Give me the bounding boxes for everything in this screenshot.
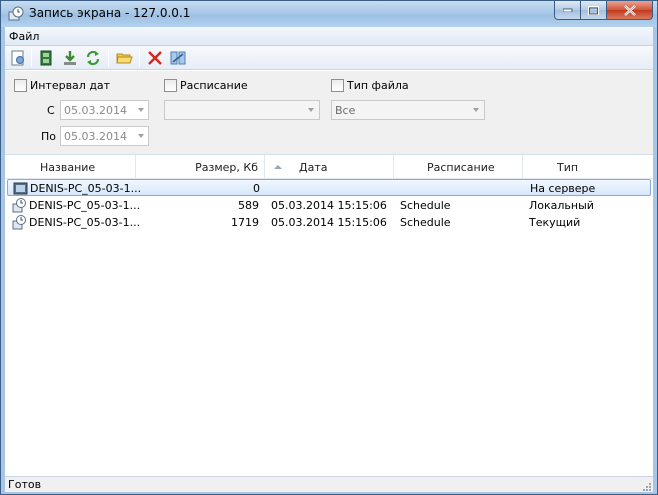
download-icon[interactable] (61, 49, 79, 67)
from-date-label: С (47, 104, 55, 117)
clock-file-icon (12, 215, 27, 230)
row-type: На сервере (530, 182, 596, 195)
row-date: 05.03.2014 15:15:06 (271, 199, 387, 212)
date-interval-checkbox[interactable] (14, 79, 27, 92)
chevron-down-icon (138, 134, 144, 138)
schedule-label: Расписание (180, 79, 248, 92)
row-date: 05.03.2014 15:15:06 (271, 216, 387, 229)
to-date-picker[interactable]: 05.03.2014 (60, 126, 149, 146)
from-date-value: 05.03.2014 (64, 104, 127, 117)
app-clock-icon (8, 6, 24, 22)
client-area: Файл Интервал дат Расписание Тип файла С… (5, 27, 653, 492)
film-file-icon (13, 181, 28, 196)
chevron-down-icon (473, 108, 479, 112)
to-date-value: 05.03.2014 (64, 130, 127, 143)
clock-file-icon (12, 198, 27, 213)
table-header: Название Размер, Кб Дата Расписание Тип (5, 155, 653, 179)
menu-file[interactable]: Файл (9, 30, 39, 43)
file-type-select[interactable]: Все (331, 100, 485, 120)
close-button[interactable] (607, 1, 653, 20)
menu-bar: Файл (5, 27, 653, 46)
row-size: 589 (238, 199, 259, 212)
status-text: Готов (8, 478, 42, 491)
row-name: DENIS-PC_05-03-1... (30, 182, 142, 195)
toolbar (5, 46, 653, 70)
file-type-checkbox[interactable] (331, 79, 344, 92)
minimize-button[interactable] (554, 1, 581, 20)
table-row[interactable]: DENIS-PC_05-03-1... 0 На сервере (7, 179, 651, 196)
schedule-checkbox[interactable] (164, 79, 177, 92)
column-size[interactable]: Размер, Кб (136, 155, 265, 179)
row-schedule: Schedule (400, 199, 451, 212)
to-date-label: По (41, 130, 57, 143)
chevron-down-icon (308, 108, 314, 112)
column-type[interactable]: Тип (523, 155, 653, 179)
resize-grip-icon[interactable] (641, 481, 651, 491)
maximize-button[interactable] (581, 1, 607, 20)
file-type-label: Тип файла (347, 79, 409, 92)
date-interval-label: Интервал дат (30, 79, 111, 92)
compare-icon[interactable] (169, 49, 187, 67)
file-list: Название Размер, Кб Дата Расписание Тип … (5, 154, 653, 476)
window-title: Запись экрана - 127.0.0.1 (29, 6, 191, 20)
open-folder-icon[interactable] (115, 49, 133, 67)
row-schedule: Schedule (400, 216, 451, 229)
filter-panel: Интервал дат Расписание Тип файла С 05.0… (5, 71, 653, 154)
row-name: DENIS-PC_05-03-1... (29, 216, 141, 229)
record-icon[interactable] (37, 49, 55, 67)
table-row[interactable]: DENIS-PC_05-03-1... 1719 05.03.2014 15:1… (7, 214, 651, 231)
delete-icon[interactable] (146, 49, 164, 67)
table-row[interactable]: DENIS-PC_05-03-1... 589 05.03.2014 15:15… (7, 197, 651, 214)
row-type: Текущий (529, 216, 581, 229)
chevron-down-icon (138, 108, 144, 112)
column-schedule[interactable]: Расписание (394, 155, 523, 179)
settings-icon[interactable] (9, 49, 27, 67)
row-size: 1719 (231, 216, 259, 229)
row-type: Локальный (529, 199, 594, 212)
refresh-icon[interactable] (84, 49, 102, 67)
column-date[interactable]: Дата (265, 155, 394, 179)
title-bar[interactable]: Запись экрана - 127.0.0.1 (1, 1, 657, 27)
app-window: Запись экрана - 127.0.0.1 Файл Интервал … (0, 0, 658, 495)
schedule-select[interactable] (164, 100, 320, 120)
column-name[interactable]: Название (5, 155, 136, 179)
row-size: 0 (253, 182, 260, 195)
file-type-value: Все (335, 104, 356, 117)
row-name: DENIS-PC_05-03-1... (29, 199, 141, 212)
from-date-picker[interactable]: 05.03.2014 (60, 100, 149, 120)
status-bar: Готов (5, 476, 653, 492)
